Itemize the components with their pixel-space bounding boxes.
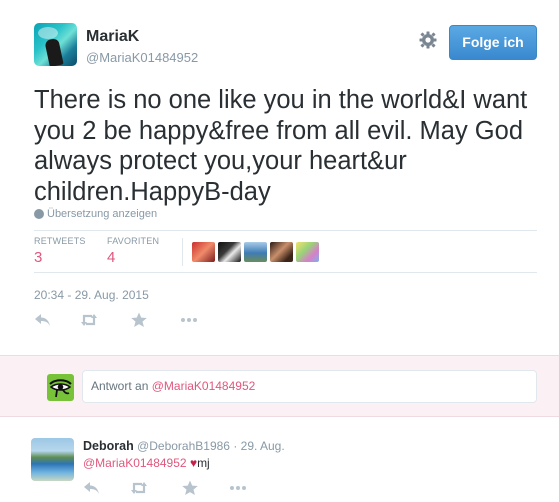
favorites-label: FAVORITEN	[107, 236, 160, 246]
tweet-text: There is no one like you in the world&I …	[34, 86, 528, 206]
retweets-stat[interactable]: RETWEETS 3	[34, 236, 86, 266]
reply-user-avatar[interactable]	[31, 438, 74, 481]
retweets-count: 3	[34, 249, 43, 266]
heart-icon: ♥	[189, 456, 198, 470]
avatar-glint	[38, 27, 58, 39]
user-handle[interactable]: @MariaK01484952	[86, 50, 198, 65]
reply-tweet-header: Deborah @DeborahB1986 · 29. Aug.	[83, 439, 285, 453]
favorites-count: 4	[107, 249, 116, 266]
tweet-timestamp[interactable]: 20:34 - 29. Aug. 2015	[34, 288, 149, 302]
retweet-icon[interactable]	[80, 312, 98, 328]
reply-display-name[interactable]: Deborah	[83, 439, 134, 453]
reply-icon[interactable]	[83, 480, 101, 496]
favorite-icon[interactable]	[181, 480, 199, 496]
globe-icon	[34, 209, 44, 219]
current-user-avatar	[47, 374, 74, 401]
reply-tweet-suffix: mj	[197, 456, 210, 470]
favorites-stat[interactable]: FAVORITEN 4	[107, 236, 159, 266]
favoriters-avatars	[192, 242, 319, 262]
favoriter-avatar[interactable]	[244, 242, 267, 262]
avatar-figure	[44, 37, 64, 66]
eye-of-horus-icon	[49, 379, 72, 398]
reply-tweet-text: @MariaK01484952 ♥mj	[83, 456, 210, 470]
divider	[34, 230, 537, 231]
gear-icon[interactable]	[418, 30, 438, 50]
tweet-main: MariaK @MariaK01484952 Folge ich There i…	[0, 0, 559, 355]
retweet-icon[interactable]	[130, 480, 148, 496]
user-avatar[interactable]	[34, 23, 77, 66]
reply-tweet: Deborah @DeborahB1986 · 29. Aug. @MariaK…	[0, 418, 559, 502]
reply-icon[interactable]	[34, 312, 52, 328]
reply-handle[interactable]: @DeborahB1986	[137, 439, 230, 453]
stat-separator	[182, 238, 183, 266]
retweets-label: RETWEETS	[34, 236, 86, 246]
more-icon[interactable]	[180, 312, 198, 328]
reply-date[interactable]: · 29. Aug.	[233, 439, 284, 453]
reply-tweet-mention[interactable]: @MariaK01484952	[83, 456, 187, 470]
favoriter-avatar[interactable]	[192, 242, 215, 262]
reply-box: Antwort an @MariaK01484952	[0, 355, 559, 417]
reply-input[interactable]: Antwort an @MariaK01484952	[82, 370, 537, 403]
favoriter-avatar[interactable]	[218, 242, 241, 262]
favoriter-avatar[interactable]	[270, 242, 293, 262]
reply-mention: @MariaK01484952	[151, 379, 256, 393]
translate-label: Übersetzung anzeigen	[47, 208, 158, 220]
divider	[34, 272, 537, 273]
favorite-icon[interactable]	[130, 312, 148, 328]
favoriter-avatar[interactable]	[296, 242, 319, 262]
more-icon[interactable]	[229, 480, 247, 496]
follow-button[interactable]: Folge ich	[449, 25, 537, 60]
translate-link[interactable]: Übersetzung anzeigen	[34, 208, 157, 220]
reply-prefix: Antwort an	[91, 379, 149, 393]
display-name[interactable]: MariaK	[86, 28, 139, 46]
